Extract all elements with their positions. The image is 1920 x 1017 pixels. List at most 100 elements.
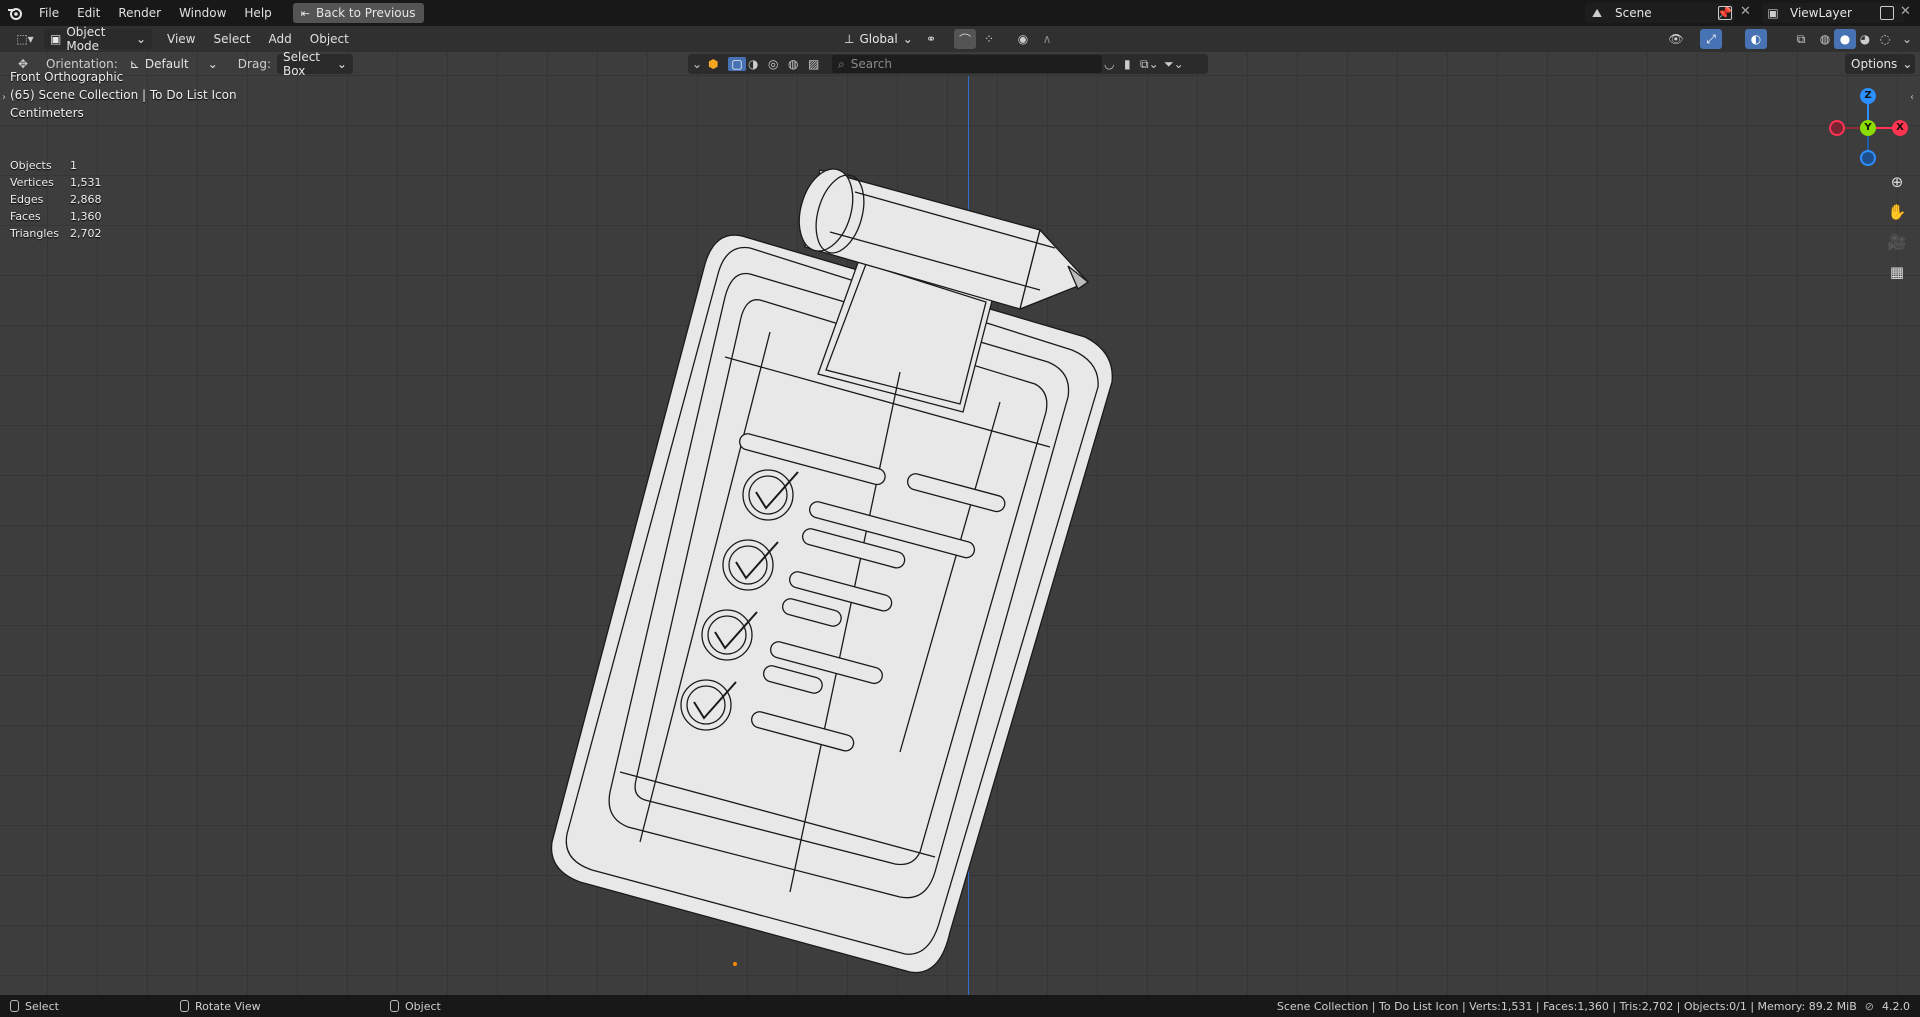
funnel-icon[interactable]: ⏷⌄ bbox=[1164, 57, 1186, 72]
shading-options-icon[interactable]: ⌄ bbox=[1896, 29, 1918, 49]
snap-toggle-icon[interactable]: ⌒ bbox=[954, 29, 976, 49]
menu-select[interactable]: Select bbox=[204, 26, 259, 52]
network-off-icon: ⊘ bbox=[1864, 999, 1874, 1013]
back-icon: ⇤ bbox=[300, 6, 310, 20]
view-layer-icon: ▣ bbox=[1767, 6, 1779, 20]
overlays-toggle-icon[interactable]: ◐ bbox=[1745, 29, 1767, 49]
orientation-dropdown[interactable]: ⊾ Default ⌄ bbox=[124, 54, 224, 74]
material-shading-icon[interactable]: ◕ bbox=[1854, 29, 1876, 49]
orientation-label: Orientation: bbox=[46, 57, 118, 71]
filter-toggle-icon[interactable]: ◡ bbox=[1104, 57, 1122, 71]
back-to-previous-label: Back to Previous bbox=[315, 6, 416, 20]
pivot-icon[interactable]: ⚭ bbox=[920, 29, 942, 49]
stat-row: Triangles 2,702 bbox=[10, 225, 102, 242]
status-select-label: Select bbox=[25, 999, 59, 1013]
stat-key: Triangles bbox=[10, 227, 59, 240]
menu-object[interactable]: Object bbox=[301, 26, 358, 52]
editor-type-icon[interactable]: ⬚▾ bbox=[10, 29, 40, 49]
search-input[interactable]: ⌕ Search bbox=[832, 55, 1102, 73]
scene-selector[interactable]: ⛰ Scene 📌 bbox=[1585, 3, 1735, 23]
to-do-list-mesh[interactable] bbox=[0, 52, 1920, 995]
status-rotate-label: Rotate View bbox=[195, 999, 261, 1013]
status-rotate: Rotate View bbox=[180, 1000, 390, 1013]
menu-help[interactable]: Help bbox=[235, 0, 280, 26]
chevron-down-icon: ⌄ bbox=[902, 32, 913, 46]
new-view-layer-icon[interactable] bbox=[1880, 6, 1894, 20]
menu-edit[interactable]: Edit bbox=[68, 0, 109, 26]
blender-logo-icon[interactable] bbox=[0, 0, 30, 26]
material-icon[interactable]: ◑ bbox=[748, 57, 766, 71]
world-icon[interactable]: ◎ bbox=[768, 57, 786, 71]
stat-key: Edges bbox=[10, 193, 44, 206]
navigation-gizmo[interactable]: Z Y X bbox=[1828, 86, 1908, 166]
drag-dropdown[interactable]: Select Box ⌄ bbox=[276, 50, 353, 78]
solid-shading-icon[interactable]: ● bbox=[1834, 29, 1856, 49]
neg-x-axis-handle[interactable] bbox=[1829, 120, 1845, 136]
z-axis-handle[interactable]: Z bbox=[1860, 88, 1876, 104]
3d-viewport[interactable]: Front Orthographic (65) Scene Collection… bbox=[0, 52, 1920, 996]
falloff-icon[interactable]: ∧ bbox=[1036, 29, 1058, 49]
object-mode-icon: ▣ bbox=[50, 32, 62, 46]
stat-key: Vertices bbox=[10, 176, 54, 189]
visibility-icon[interactable]: 👁 bbox=[1665, 29, 1687, 49]
chevron-down-icon: ⌄ bbox=[1902, 57, 1913, 71]
camera-view-icon[interactable]: 🎥 bbox=[1885, 230, 1909, 254]
collection-icon[interactable]: ⬢ bbox=[708, 57, 726, 71]
menu-window[interactable]: Window bbox=[170, 0, 235, 26]
orientation-axes-icon: ⊾ bbox=[129, 57, 140, 71]
image-icon[interactable]: ▨ bbox=[808, 57, 826, 71]
neg-z-axis-handle[interactable] bbox=[1860, 150, 1876, 166]
chevron-down-icon[interactable]: ⌄ bbox=[692, 57, 706, 71]
scene-data-icon[interactable]: ◍ bbox=[788, 57, 806, 71]
stat-value: 1,360 bbox=[70, 210, 102, 223]
move-tool-icon[interactable]: ✥ bbox=[12, 54, 34, 74]
status-bar: Select Rotate View Object Scene Collecti… bbox=[0, 995, 1920, 1017]
delete-view-layer-icon[interactable]: ✕ bbox=[1900, 4, 1911, 19]
units-label: Centimeters bbox=[10, 106, 84, 120]
ortho-grid-icon[interactable]: ▦ bbox=[1885, 260, 1909, 284]
collection-info: (65) Scene Collection | To Do List Icon bbox=[10, 88, 237, 102]
gizmo-toggle-icon[interactable]: ⤢ bbox=[1700, 29, 1722, 49]
drag-value: Select Box bbox=[282, 50, 321, 78]
pan-hand-icon[interactable]: ✋ bbox=[1885, 200, 1909, 224]
viewport-filter-bar: ⌄ ⬢ ▢ ◑ ◎ ◍ ▨ ⌕ Search ◡ ▮ ⧉⌄ ⏷⌄ bbox=[688, 54, 1208, 74]
mouse-right-icon bbox=[390, 1000, 399, 1012]
snap-target-icon[interactable]: ⁘ bbox=[978, 29, 1000, 49]
chevron-down-icon: ⌄ bbox=[336, 57, 347, 71]
xray-toggle-icon[interactable]: ⧉ bbox=[1790, 29, 1812, 49]
y-axis-handle[interactable]: Y bbox=[1860, 120, 1876, 136]
sidebar-toggle-icon[interactable]: ‹ bbox=[1910, 92, 1914, 103]
drag-label: Drag: bbox=[237, 57, 271, 71]
back-to-previous-button[interactable]: ⇤ Back to Previous bbox=[292, 3, 424, 23]
x-axis-handle[interactable]: X bbox=[1892, 120, 1908, 136]
toolbar-toggle-icon[interactable]: › bbox=[2, 92, 6, 103]
stat-value: 2,868 bbox=[70, 193, 102, 206]
transform-orientation-dropdown[interactable]: ⊥ Global ⌄ bbox=[838, 29, 913, 49]
orientation-label: Global bbox=[859, 32, 898, 46]
mode-dropdown[interactable]: ▣ Object Mode ⌄ bbox=[44, 25, 152, 53]
rendered-shading-icon[interactable]: ◌ bbox=[1874, 29, 1896, 49]
orientation-value: Default bbox=[144, 57, 189, 71]
bookmark-icon[interactable]: ▮ bbox=[1124, 57, 1138, 71]
zoom-icon[interactable]: ⊕ bbox=[1885, 170, 1909, 194]
status-object: Object bbox=[390, 1000, 441, 1013]
menu-view[interactable]: View bbox=[158, 26, 204, 52]
stat-row: Faces 1,360 bbox=[10, 208, 102, 225]
proportional-edit-icon[interactable]: ◉ bbox=[1012, 29, 1034, 49]
status-object-label: Object bbox=[405, 999, 441, 1013]
delete-scene-icon[interactable]: ✕ bbox=[1740, 4, 1751, 19]
view-options-icon[interactable]: ⧉⌄ bbox=[1140, 57, 1162, 72]
stat-key: Faces bbox=[10, 210, 41, 223]
status-select: Select bbox=[10, 1000, 180, 1013]
object-icon[interactable]: ▢ bbox=[728, 57, 746, 71]
wireframe-shading-icon[interactable]: ◍ bbox=[1814, 29, 1836, 49]
scene-statistics: Objects 1 Vertices 1,531 Edges 2,868 Faces 1… bbox=[10, 157, 102, 242]
new-scene-icon[interactable] bbox=[1718, 6, 1732, 20]
menu-file[interactable]: File bbox=[30, 0, 68, 26]
menu-render[interactable]: Render bbox=[109, 0, 170, 26]
stat-row: Objects 1 bbox=[10, 157, 102, 174]
mode-label: Object Mode bbox=[66, 25, 106, 53]
menu-add[interactable]: Add bbox=[260, 26, 301, 52]
options-dropdown[interactable]: Options ⌄ bbox=[1845, 54, 1915, 74]
mouse-left-icon bbox=[10, 1000, 19, 1012]
